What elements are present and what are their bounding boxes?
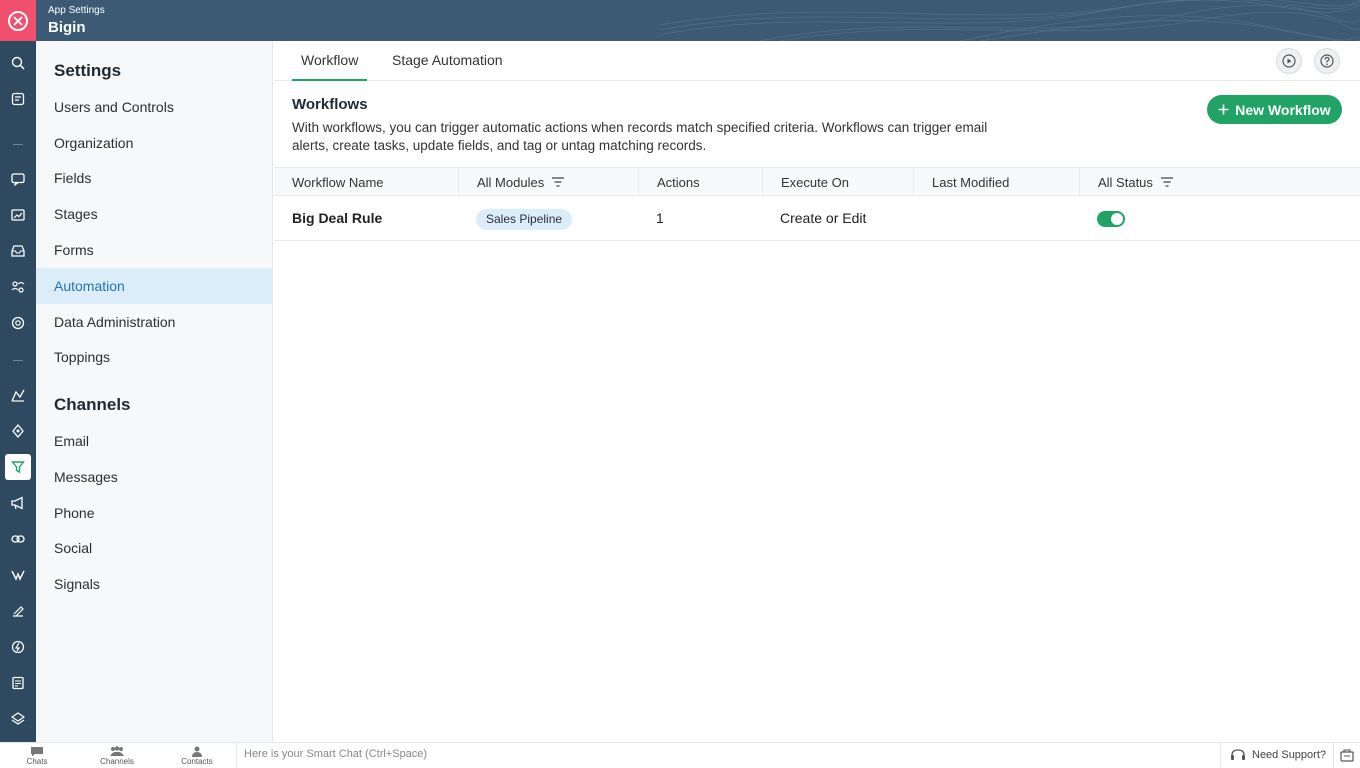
table-header: Workflow Name All Modules Actions Execut… [274, 167, 1360, 196]
sidebar-item-phone[interactable]: Phone [36, 495, 272, 531]
smart-chat-input[interactable]: Here is your Smart Chat (Ctrl+Space) [244, 748, 427, 760]
contacts-label: Contacts [181, 757, 213, 766]
section-title: Workflows [292, 96, 368, 113]
flow-icon[interactable] [5, 418, 31, 444]
sidebar-item-stages[interactable]: Stages [36, 196, 272, 232]
new-workflow-label: New Workflow [1235, 101, 1331, 118]
inbox-icon[interactable] [5, 238, 31, 264]
help-button[interactable] [1314, 48, 1340, 74]
sidebar-item-fields[interactable]: Fields [36, 160, 272, 196]
close-icon [8, 10, 28, 31]
marketplace-icon[interactable] [5, 706, 31, 732]
tab-bar: Workflow Stage Automation [274, 41, 1360, 81]
need-support-button[interactable]: Need Support? [1230, 748, 1326, 762]
sidebar-item-automation[interactable]: Automation [36, 268, 272, 304]
need-support-label: Need Support? [1252, 749, 1326, 761]
channels-heading: Channels [54, 395, 131, 414]
campaign-icon[interactable] [5, 490, 31, 516]
chats-button[interactable]: Chats [7, 743, 67, 768]
feedback-icon [1340, 749, 1354, 762]
channels-button[interactable]: Channels [87, 743, 147, 768]
sidebar-item-email[interactable]: Email [36, 423, 272, 459]
column-last-modified: Last Modified [914, 168, 1080, 196]
play-icon [1282, 54, 1296, 68]
document-icon[interactable] [5, 670, 31, 696]
chats-icon [31, 747, 43, 757]
section-description: With workflows, you can trigger automati… [292, 120, 988, 153]
tab-stage-automation[interactable]: Stage Automation [392, 41, 503, 81]
dashboard-icon[interactable] [5, 202, 31, 228]
column-execute-on: Execute On [763, 168, 914, 196]
filter-icon[interactable] [1160, 177, 1173, 187]
search-icon[interactable] [5, 50, 31, 76]
main-content: Workflow Stage Automation Workflows With… [274, 41, 1360, 742]
column-workflow-name: Workflow Name [274, 168, 459, 196]
filter-icon[interactable] [552, 177, 565, 187]
feedback-button[interactable] [1340, 749, 1354, 767]
sidebar-item-data-administration[interactable]: Data Administration [36, 304, 272, 340]
column-all-modules[interactable]: All Modules [459, 168, 639, 196]
table-row[interactable]: Big Deal Rule Sales Pipeline 1 Create or… [274, 196, 1360, 241]
channels-label: Channels [100, 757, 134, 766]
column-actions: Actions [639, 168, 763, 196]
plus-icon [1218, 104, 1229, 115]
bottom-bar: Chats Channels Contacts Here is your Sma… [0, 742, 1360, 768]
app-header: App Settings Bigin [0, 0, 1360, 41]
contacts-button[interactable]: Contacts [167, 743, 227, 768]
settings-funnel-icon[interactable] [5, 454, 31, 480]
contacts-icon [192, 746, 202, 757]
chats-label: Chats [26, 757, 48, 766]
column-all-status[interactable]: All Status [1080, 168, 1280, 196]
link-icon[interactable] [5, 526, 31, 552]
play-video-button[interactable] [1276, 48, 1302, 74]
chat-icon[interactable] [5, 166, 31, 192]
actions-count: 1 [656, 210, 664, 226]
channels-icon [110, 746, 124, 756]
settings-heading: Settings [54, 61, 122, 80]
header-title: Bigin [48, 19, 86, 36]
team-icon[interactable] [5, 274, 31, 300]
tab-workflow[interactable]: Workflow [292, 41, 368, 81]
toggle-knob [1111, 213, 1123, 225]
signature-icon[interactable] [5, 598, 31, 624]
sidebar-item-messages[interactable]: Messages [36, 459, 272, 495]
sidebar-item-organization[interactable]: Organization [36, 125, 272, 161]
sidebar-item-signals[interactable]: Signals [36, 566, 272, 602]
integrations-icon[interactable] [5, 562, 31, 588]
sidebar-item-toppings[interactable]: Toppings [36, 339, 272, 375]
notes-icon[interactable] [5, 86, 31, 112]
module-pill: Sales Pipeline [476, 209, 573, 230]
execute-on-value: Create or Edit [780, 210, 867, 226]
new-workflow-button[interactable]: New Workflow [1207, 95, 1342, 124]
help-icon [1320, 54, 1334, 68]
mention-icon[interactable] [5, 310, 31, 336]
module-cell: Sales Pipeline [476, 196, 573, 240]
module-rail [0, 41, 36, 742]
status-toggle[interactable] [1097, 211, 1125, 227]
analytics-icon[interactable] [5, 382, 31, 408]
headset-icon [1231, 749, 1245, 760]
header-subtitle: App Settings [48, 5, 105, 16]
sidebar-item-users-and-controls[interactable]: Users and Controls [36, 89, 272, 125]
close-settings-button[interactable] [0, 0, 36, 41]
header-decoration [660, 0, 1360, 41]
sidebar-item-social[interactable]: Social [36, 530, 272, 566]
lightning-icon[interactable] [5, 634, 31, 660]
sidebar-item-forms[interactable]: Forms [36, 232, 272, 268]
settings-sidebar: Settings Users and Controls Organization… [36, 41, 273, 742]
workflow-name[interactable]: Big Deal Rule [292, 196, 382, 240]
